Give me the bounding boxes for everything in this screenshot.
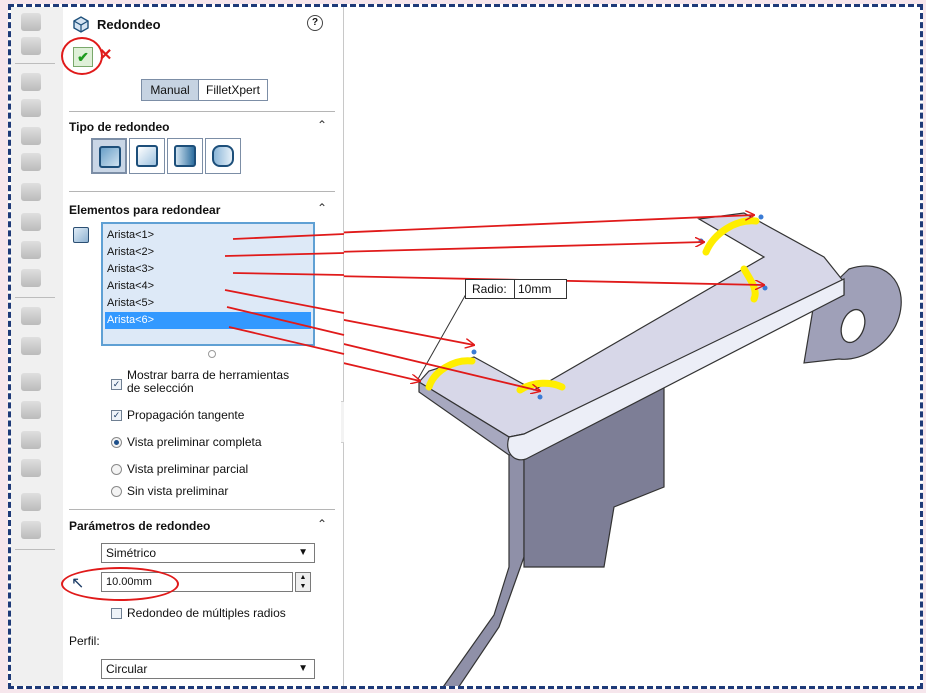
annotation-arrow-tail: [224, 289, 345, 314]
annotation-arrow-tail: [224, 252, 345, 257]
radius-callout[interactable]: Radio: 10mm: [465, 279, 567, 299]
annotation-arrow-tail: [232, 272, 345, 276]
annotation-overlay: [224, 233, 345, 355]
callout-value[interactable]: 10mm: [514, 280, 564, 298]
screenshot-frame: Redondeo ? ✔ ✕ Manual FilletXpert Tipo d…: [8, 4, 923, 689]
annotation-arrow-tail: [232, 233, 345, 240]
callout-label: Radio:: [472, 282, 507, 296]
